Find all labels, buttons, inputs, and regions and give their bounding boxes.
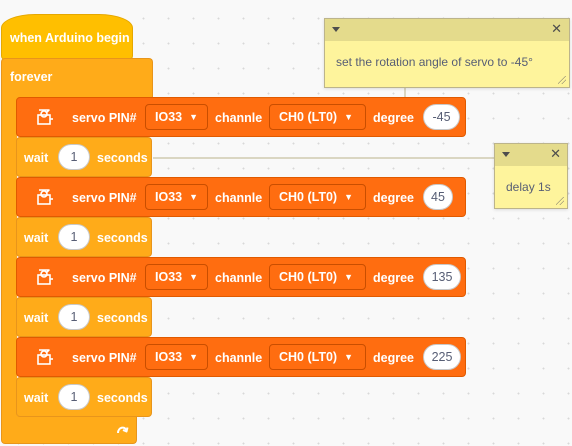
dropdown-arrow-icon: ▼ [189,352,199,362]
resize-handle-icon[interactable] [556,197,564,205]
servo-label: servo PIN# [72,351,137,365]
pin-dropdown[interactable]: IO33 ▼ [145,104,208,130]
seconds-label: seconds [97,151,148,165]
dropdown-arrow-icon: ▼ [344,272,354,282]
degree-input[interactable]: 225 [423,344,461,370]
forever-label: forever [10,70,53,84]
hat-label: when Arduino begin [10,31,130,45]
comment-header[interactable]: ✕ [325,19,569,41]
degree-input[interactable]: -45 [423,104,460,130]
comment-text[interactable]: set the rotation angle of servo to -45° [336,55,533,69]
collapse-chevron-icon[interactable] [332,27,340,32]
servo-block[interactable]: servo PIN# IO33 ▼ channle CH0 (LT0) ▼ degr… [16,97,466,137]
servo-icon [37,189,53,205]
comment-text[interactable]: delay 1s [506,180,551,194]
servo-block[interactable]: servo PIN# IO33 ▼ channle CH0 (LT0) ▼ degr… [16,337,466,377]
servo-icon [37,349,53,365]
forever-block-bottom[interactable] [1,416,137,444]
channel-dropdown[interactable]: CH0 (LT0) ▼ [269,264,366,290]
seconds-label: seconds [97,231,148,245]
close-icon[interactable]: ✕ [551,22,562,37]
channel-dropdown[interactable]: CH0 (LT0) ▼ [269,344,366,370]
channel-dropdown[interactable]: CH0 (LT0) ▼ [269,104,366,130]
wait-block[interactable]: wait 1 seconds [16,217,152,257]
forever-block[interactable]: forever [1,58,153,98]
dropdown-arrow-icon: ▼ [344,352,354,362]
pin-value: IO33 [155,190,183,204]
channel-label: channle [215,191,263,205]
wait-seconds-input[interactable]: 1 [58,144,90,170]
dropdown-arrow-icon: ▼ [189,192,199,202]
wait-label: wait [24,391,49,405]
comment-box[interactable]: ✕ set the rotation angle of servo to -45… [324,18,570,88]
servo-block[interactable]: servo PIN# IO33 ▼ channle CH0 (LT0) ▼ degr… [16,177,466,217]
wait-label: wait [24,151,49,165]
loop-arrow-icon [117,426,129,434]
wait-label: wait [24,231,49,245]
pin-dropdown[interactable]: IO33 ▼ [145,264,208,290]
channel-label: channle [215,271,263,285]
pin-dropdown[interactable]: IO33 ▼ [145,344,208,370]
channel-label: channle [215,351,263,365]
channel-value: CH0 (LT0) [279,270,338,284]
degree-label: degree [373,271,414,285]
degree-label: degree [373,191,414,205]
pin-dropdown[interactable]: IO33 ▼ [145,184,208,210]
wait-block[interactable]: wait 1 seconds [16,377,152,417]
comment-box[interactable]: ✕ delay 1s [494,143,568,209]
servo-label: servo PIN# [72,111,137,125]
channel-value: CH0 (LT0) [279,190,338,204]
servo-icon [37,109,53,125]
wait-label: wait [24,311,49,325]
dropdown-arrow-icon: ▼ [344,192,354,202]
wait-block[interactable]: wait 1 seconds [16,297,152,337]
dropdown-arrow-icon: ▼ [189,272,199,282]
seconds-label: seconds [97,391,148,405]
wait-seconds-input[interactable]: 1 [58,384,90,410]
channel-value: CH0 (LT0) [279,350,338,364]
wait-seconds-input[interactable]: 1 [58,304,90,330]
pin-value: IO33 [155,350,183,364]
pin-value: IO33 [155,110,183,124]
channel-label: channle [215,111,263,125]
seconds-label: seconds [97,311,148,325]
servo-icon [37,269,53,285]
servo-label: servo PIN# [72,271,137,285]
channel-dropdown[interactable]: CH0 (LT0) ▼ [269,184,366,210]
degree-input[interactable]: 135 [423,264,461,290]
wait-block[interactable]: wait 1 seconds [16,137,152,177]
degree-label: degree [373,111,414,125]
resize-handle-icon[interactable] [558,76,566,84]
channel-value: CH0 (LT0) [279,110,338,124]
close-icon[interactable]: ✕ [550,147,561,162]
degree-label: degree [373,351,414,365]
collapse-chevron-icon[interactable] [502,152,510,157]
servo-label: servo PIN# [72,191,137,205]
servo-block[interactable]: servo PIN# IO33 ▼ channle CH0 (LT0) ▼ degr… [16,257,466,297]
dropdown-arrow-icon: ▼ [344,112,354,122]
dropdown-arrow-icon: ▼ [189,112,199,122]
wait-seconds-input[interactable]: 1 [58,224,90,250]
degree-input[interactable]: 45 [423,184,453,210]
comment-header[interactable]: ✕ [495,144,567,166]
when-arduino-begin-block[interactable]: when Arduino begin [1,14,133,60]
pin-value: IO33 [155,270,183,284]
forever-block-arm[interactable] [1,96,17,418]
